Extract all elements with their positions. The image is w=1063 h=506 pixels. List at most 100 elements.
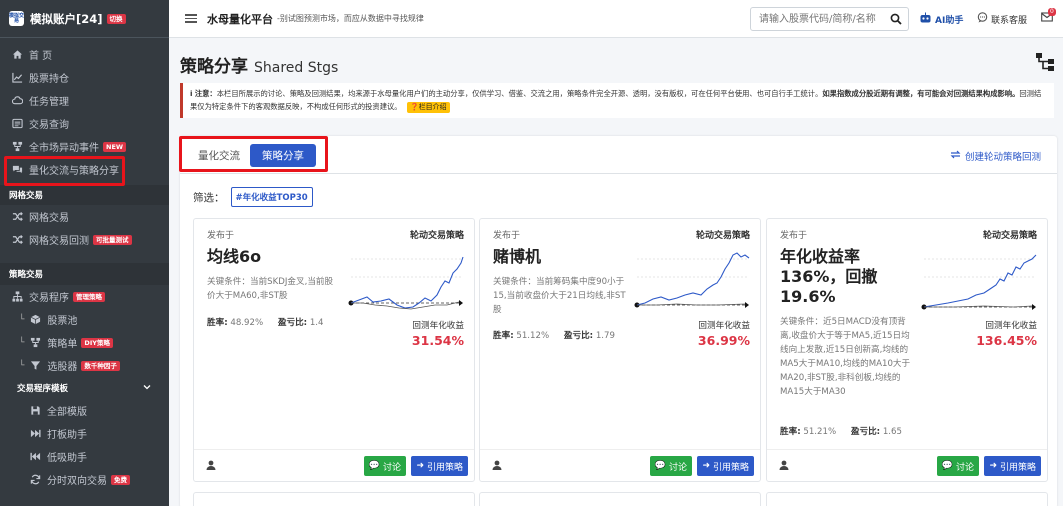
winrate-value: 51.21%	[803, 427, 837, 437]
card-annual-return: 31.54%	[411, 333, 464, 348]
ai-helper-button[interactable]: AI助手	[919, 12, 963, 26]
account-switcher[interactable]: 模拟交易 模拟账户[24] 切换	[0, 0, 169, 38]
manage-strategy-badge: 管理策略	[73, 291, 105, 302]
sign-in-icon: ➜	[989, 461, 997, 471]
discuss-button[interactable]: 💬 讨论	[936, 456, 979, 476]
card-equity-chart	[634, 252, 750, 308]
main-content: 策略分享 Shared Stgs i 注意：本栏目所展示的讨论、策略及回测结果，…	[169, 38, 1063, 506]
swap-icon	[950, 150, 961, 162]
menu-toggle-icon[interactable]	[185, 12, 197, 25]
discuss-button[interactable]: 💬 讨论	[363, 456, 406, 476]
search-icon[interactable]	[885, 8, 907, 30]
tree-branch-icon: └	[19, 337, 25, 348]
sidebar-item-quant-community[interactable]: 量化交流与策略分享	[0, 158, 169, 181]
sidebar-item-positions[interactable]: 股票持仓	[0, 66, 169, 89]
winrate-label: 胜率:	[780, 427, 801, 437]
user-icon[interactable]	[492, 460, 502, 473]
filter-icon	[30, 360, 41, 371]
filter-label: 筛选：	[193, 191, 225, 204]
pl-label: 盈亏比:	[277, 318, 308, 328]
pl-value: 1.79	[595, 331, 615, 341]
contact-support-button[interactable]: 联系客服	[977, 12, 1027, 26]
sidebar-item-label: 首 页	[29, 51, 53, 62]
group-program-templates[interactable]: 交易程序模板	[0, 377, 169, 399]
pl-value: 1.4	[309, 318, 324, 328]
strategy-card[interactable]: 发布于 轮动交易策略 均线6o 关键条件：当前SKDJ金叉,当前股价大于MA60…	[193, 218, 475, 482]
tab-strategy-share[interactable]: 策略分享	[250, 144, 316, 167]
discuss-button[interactable]: 💬 讨论	[649, 456, 692, 476]
notice-label: 注意：	[194, 89, 217, 98]
cite-label: 引用策略	[712, 462, 749, 473]
card-stats: 胜率: 48.92% 盈亏比: 1.4	[207, 316, 336, 328]
discuss-label: 讨论	[668, 462, 687, 473]
discuss-label: 讨论	[955, 462, 974, 473]
strategy-card[interactable]: 发布于 轮动交易策略 赌博机 关键条件：当前筹码集中度90小于15,当前收盘价大…	[479, 218, 761, 482]
card-footer: 💬 讨论 ➜ 引用策略	[194, 449, 474, 481]
ai-helper-label: AI助手	[935, 15, 964, 26]
card-stats: 胜率: 51.12% 盈亏比: 1.79	[493, 329, 627, 341]
user-icon[interactable]	[206, 460, 216, 473]
winrate-label: 胜率:	[207, 318, 228, 328]
sidebar-item-grid-backtest[interactable]: 网格交易回测 可批量测试	[0, 228, 169, 251]
comments-icon: 💬	[941, 461, 953, 471]
sidebar-item-tasks[interactable]: 任务管理	[0, 89, 169, 112]
card-return-label: 回测年化收益	[412, 321, 464, 331]
card-annual-return: 36.99%	[697, 333, 750, 348]
tab-quant-exchange[interactable]: 量化交流	[193, 144, 245, 167]
sign-in-icon: ➜	[416, 461, 424, 471]
sidebar-item-label: 网格交易	[29, 213, 69, 224]
sidebar: 模拟交易 模拟账户[24] 切换 首 页 股票持仓 任务管理 交易查询 全市场异…	[0, 0, 169, 506]
cite-strategy-button[interactable]: ➜ 引用策略	[411, 456, 468, 476]
cite-label: 引用策略	[426, 462, 463, 473]
sidebar-item-market-events[interactable]: 全市场异动事件 NEW	[0, 135, 169, 158]
fast-backward-icon	[30, 451, 41, 462]
sidebar-item-limitup-helper[interactable]: 打板助手	[0, 422, 169, 445]
notice-text: 本栏目所展示的讨论、策略及回测结果，均来源于水母量化用户们的主动分享，仅供学习、…	[216, 89, 823, 98]
sidebar-item-strategy-list[interactable]: └ 策略单 DIY策略	[0, 331, 169, 354]
sidebar-item-home[interactable]: 首 页	[0, 43, 169, 66]
sidebar-item-trading-program[interactable]: 交易程序 管理策略	[0, 285, 169, 308]
sidebar-item-label: 打板助手	[47, 430, 87, 441]
search-input[interactable]	[751, 9, 885, 29]
sidebar-item-grid-trading[interactable]: 网格交易	[0, 205, 169, 228]
share-nodes-icon[interactable]	[1035, 52, 1055, 75]
card-published-label: 发布于	[207, 231, 235, 241]
card-stats: 胜率: 51.21% 盈亏比: 1.65	[780, 425, 914, 437]
sidebar-item-all-templates[interactable]: 全部模版	[0, 399, 169, 422]
filter-chip-top30[interactable]: #年化收益TOP30	[230, 187, 313, 207]
card-conditions: 关键条件：近5日MACD没有顶背离,收盘价大于等于MA5,近15日均线向上发散,…	[780, 317, 911, 397]
card-equity-chart	[921, 254, 1037, 310]
strategy-card-next-row	[766, 492, 1048, 506]
account-title: 模拟账户[24]	[30, 11, 103, 26]
shuffle-icon	[12, 234, 23, 245]
new-badge: NEW	[103, 141, 127, 152]
column-intro-button[interactable]: ❓栏目介绍	[406, 102, 450, 113]
cite-strategy-button[interactable]: ➜ 引用策略	[984, 456, 1041, 476]
sidebar-item-label: 交易程序	[29, 293, 69, 304]
sidebar-item-stock-pool[interactable]: └ 股票池	[0, 308, 169, 331]
sidebar-item-dip-buy-helper[interactable]: 低吸助手	[0, 445, 169, 468]
winrate-label: 胜率:	[493, 331, 514, 341]
notice-box: i 注意：本栏目所展示的讨论、策略及回测结果，均来源于水母量化用户们的主动分享，…	[180, 83, 1054, 118]
contact-label: 联系客服	[991, 15, 1028, 26]
sidebar-item-label: 策略单	[47, 339, 78, 350]
sidebar-item-label: 低吸助手	[47, 453, 87, 464]
notice-bold-text: 如果指数成分股近期有调整，有可能会对回测结果构成影响。	[822, 89, 1020, 98]
card-title: 均线6o	[207, 247, 262, 266]
sidebar-item-intraday-two-way[interactable]: 分时双向交易 免费	[0, 468, 169, 491]
strategy-card[interactable]: 发布于 轮动交易策略 年化收益率136%，回撤19.6% 关键条件：近5日MAC…	[766, 218, 1048, 482]
fast-forward-icon	[30, 428, 41, 439]
mail-button[interactable]: 0	[1041, 8, 1056, 25]
cite-strategy-button[interactable]: ➜ 引用策略	[697, 456, 754, 476]
switch-account-badge[interactable]: 切换	[106, 13, 126, 24]
app-title: 水母量化平台	[207, 12, 273, 26]
sidebar-item-stock-screener[interactable]: └ 选股器 数千种因子	[0, 354, 169, 377]
user-icon[interactable]	[779, 460, 789, 473]
sidebar-item-trade-query[interactable]: 交易查询	[0, 112, 169, 135]
sidebar-item-label: 分时双向交易	[47, 476, 107, 487]
column-intro-label: 栏目介绍	[418, 103, 447, 111]
pl-label: 盈亏比:	[563, 331, 594, 341]
card-return-label: 回测年化收益	[698, 321, 750, 331]
card-strategy-type: 轮动交易策略	[982, 231, 1037, 241]
create-rotation-backtest-button[interactable]: 创建轮动策略回测	[950, 149, 1041, 163]
